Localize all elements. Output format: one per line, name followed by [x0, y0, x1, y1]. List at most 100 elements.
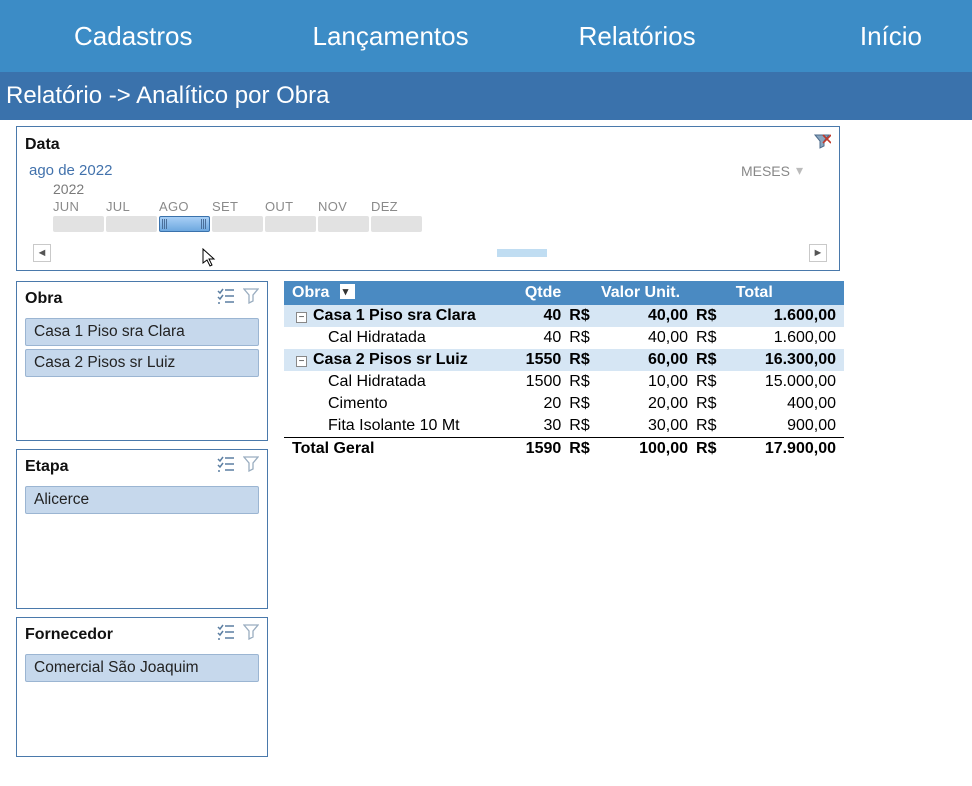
cell: 30,00 [601, 415, 696, 438]
obra-item[interactable]: Casa 2 Pisos sr Luiz [25, 349, 259, 377]
group-name: Casa 1 Piso sra Clara [313, 307, 476, 324]
cell: 20 [495, 393, 569, 415]
grand-total-row: Total Geral 1590 R$ 100,00 R$ 17.900,00 [284, 438, 844, 461]
cell: 40,00 [601, 305, 696, 327]
timeline-month[interactable]: SET [212, 199, 265, 214]
timeline-month[interactable]: JUL [106, 199, 159, 214]
timeline-bar[interactable] [53, 216, 831, 232]
filter-dropdown-icon[interactable] [340, 284, 355, 299]
timeline-month[interactable]: JUN [53, 199, 106, 214]
timeline-year: 2022 [53, 181, 831, 197]
multi-select-icon[interactable] [217, 624, 235, 645]
table-header-row: Obra Qtde Valor Unit. Total [284, 281, 844, 305]
clear-filter-icon[interactable] [243, 288, 259, 309]
group-name: Casa 2 Pisos sr Luiz [313, 351, 468, 368]
nav-lancamentos[interactable]: Lançamentos [293, 21, 489, 52]
timeline-slicer: Data ago de 2022 MESES ▾ 2022 JUN JUL AG… [16, 126, 840, 271]
cell: 1.600,00 [728, 305, 844, 327]
timeline-segment-selected[interactable] [159, 216, 210, 232]
cell: 40,00 [601, 327, 696, 349]
collapse-icon[interactable]: − [296, 312, 307, 323]
fornecedor-slicer: Fornecedor Comercial São Joaquim [16, 617, 268, 757]
timeline-scroll-left[interactable]: ◄ [33, 244, 51, 262]
cell: 16.300,00 [728, 349, 844, 371]
cell: R$ [696, 349, 728, 371]
group-row[interactable]: −Casa 1 Piso sra Clara 40 R$ 40,00 R$ 1.… [284, 305, 844, 327]
obra-slicer-title: Obra [25, 290, 62, 308]
clear-filter-icon[interactable] [243, 456, 259, 477]
col-qtde[interactable]: Qtde [495, 281, 569, 305]
cell: 1500 [495, 371, 569, 393]
etapa-item[interactable]: Alicerce [25, 486, 259, 514]
cell: R$ [696, 371, 728, 393]
cell: 400,00 [728, 393, 844, 415]
col-valor-unit[interactable]: Valor Unit. [601, 281, 696, 305]
cell: R$ [569, 438, 601, 461]
top-nav: Cadastros Lançamentos Relatórios Início [0, 0, 972, 72]
col-total[interactable]: Total [728, 281, 844, 305]
fornecedor-item[interactable]: Comercial São Joaquim [25, 654, 259, 682]
cell: 17.900,00 [728, 438, 844, 461]
timeline-title: Data [25, 136, 60, 154]
cell: R$ [569, 415, 601, 438]
cell: R$ [696, 327, 728, 349]
cell: Fita Isolante 10 Mt [284, 415, 495, 438]
group-row[interactable]: −Casa 2 Pisos sr Luiz 1550 R$ 60,00 R$ 1… [284, 349, 844, 371]
nav-relatorios[interactable]: Relatórios [559, 21, 716, 52]
timeline-segment[interactable] [265, 216, 316, 232]
col-obra-label: Obra [292, 284, 329, 301]
cell: Cimento [284, 393, 495, 415]
etapa-slicer: Etapa Alicerce [16, 449, 268, 609]
pivot-grid: Obra Qtde Valor Unit. Total −Casa 1 Piso… [284, 281, 956, 757]
table-row[interactable]: Cal Hidratada 1500 R$ 10,00 R$ 15.000,00 [284, 371, 844, 393]
cell: R$ [569, 349, 601, 371]
cell: 100,00 [601, 438, 696, 461]
cell: 1550 [495, 349, 569, 371]
obra-item[interactable]: Casa 1 Piso sra Clara [25, 318, 259, 346]
nav-inicio[interactable]: Início [840, 21, 942, 52]
cell: 60,00 [601, 349, 696, 371]
timeline-segment[interactable] [106, 216, 157, 232]
cell: R$ [696, 438, 728, 461]
table-row[interactable]: Fita Isolante 10 Mt 30 R$ 30,00 R$ 900,0… [284, 415, 844, 438]
timeline-month[interactable]: NOV [318, 199, 371, 214]
cell: R$ [696, 305, 728, 327]
timeline-month[interactable]: AGO [159, 199, 212, 214]
table-row[interactable]: Cimento 20 R$ 20,00 R$ 400,00 [284, 393, 844, 415]
timeline-segment[interactable] [212, 216, 263, 232]
cell: 1.600,00 [728, 327, 844, 349]
cell: R$ [569, 371, 601, 393]
timeline-month[interactable]: OUT [265, 199, 318, 214]
page-title: Relatório -> Analítico por Obra [0, 72, 972, 120]
nav-cadastros[interactable]: Cadastros [54, 21, 213, 52]
timeline-month-labels: JUN JUL AGO SET OUT NOV DEZ [53, 199, 831, 214]
cell: R$ [569, 305, 601, 327]
multi-select-icon[interactable] [217, 456, 235, 477]
cell: 40 [495, 305, 569, 327]
timeline-scroll-right[interactable]: ► [809, 244, 827, 262]
cell: 15.000,00 [728, 371, 844, 393]
multi-select-icon[interactable] [217, 288, 235, 309]
cell: Cal Hidratada [284, 327, 495, 349]
timeline-scrollbar[interactable] [57, 244, 803, 262]
cell: 20,00 [601, 393, 696, 415]
timeline-segment[interactable] [53, 216, 104, 232]
fornecedor-slicer-title: Fornecedor [25, 626, 113, 644]
timeline-period-dropdown[interactable]: MESES ▾ [741, 162, 803, 179]
col-obra[interactable]: Obra [284, 281, 495, 305]
collapse-icon[interactable]: − [296, 356, 307, 367]
grand-label: Total Geral [284, 438, 495, 461]
timeline-month[interactable]: DEZ [371, 199, 424, 214]
clear-timeline-filter-icon[interactable] [813, 133, 831, 156]
timeline-segment[interactable] [318, 216, 369, 232]
clear-filter-icon[interactable] [243, 624, 259, 645]
timeline-period-label: MESES [741, 163, 790, 179]
cell: R$ [569, 327, 601, 349]
table-row[interactable]: Cal Hidratada 40 R$ 40,00 R$ 1.600,00 [284, 327, 844, 349]
etapa-slicer-title: Etapa [25, 458, 69, 476]
cell: 10,00 [601, 371, 696, 393]
pivot-table: Obra Qtde Valor Unit. Total −Casa 1 Piso… [284, 281, 844, 460]
timeline-segment[interactable] [371, 216, 422, 232]
cell: R$ [696, 415, 728, 438]
chevron-down-icon: ▾ [796, 162, 803, 179]
